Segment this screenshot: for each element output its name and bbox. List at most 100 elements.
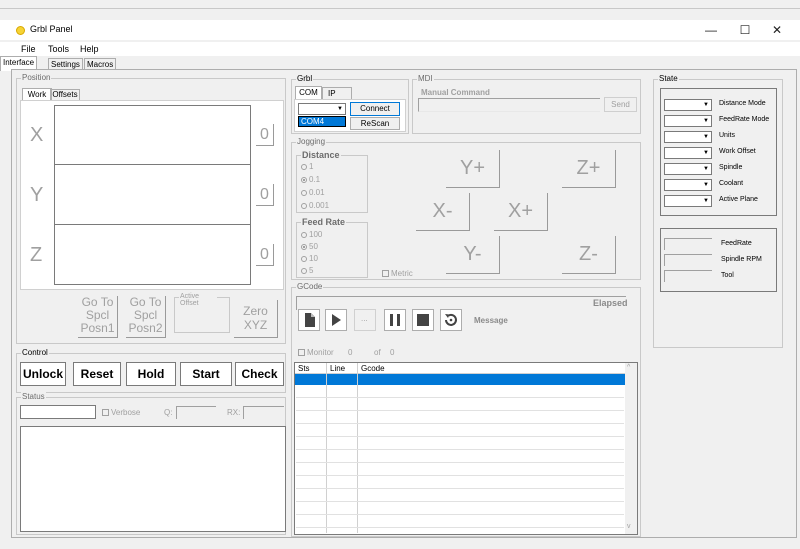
radio-circle-icon xyxy=(301,203,307,209)
goto-spcl-posn1-button[interactable]: Go To Spcl Posn1 xyxy=(78,296,118,338)
col-gcode: Gcode xyxy=(361,364,385,373)
col-divider xyxy=(326,363,327,533)
spindle-rpm-readout xyxy=(664,254,712,266)
distance-radio-0-1[interactable]: 0.1 xyxy=(301,175,320,184)
active-plane-combo[interactable]: ▼ xyxy=(664,195,712,207)
metric-checkbox[interactable]: Metric xyxy=(382,269,413,278)
zero-xyz-button[interactable]: Zero XYZ xyxy=(234,300,278,338)
chevron-down-icon[interactable]: ▼ xyxy=(701,132,711,142)
verbose-checkbox[interactable]: Verbose xyxy=(102,408,140,417)
radio-circle-icon xyxy=(301,244,307,250)
grbl-label: Grbl xyxy=(296,74,314,83)
zero-x-button[interactable]: 0 xyxy=(256,124,274,146)
rx-field xyxy=(243,406,284,419)
distance-radio-1[interactable]: 1 xyxy=(301,162,313,171)
chevron-down-icon[interactable]: ▼ xyxy=(701,196,711,206)
feed-radio-5-label: 5 xyxy=(309,266,314,275)
radio-circle-icon xyxy=(301,256,307,262)
table-row xyxy=(296,527,624,528)
close-button[interactable]: ✕ xyxy=(762,22,792,38)
y-readout xyxy=(54,164,251,225)
start-button[interactable]: Start xyxy=(180,362,232,386)
jog-x-plus-button[interactable]: X+ xyxy=(494,193,548,231)
tab-ip[interactable]: IP xyxy=(322,87,352,99)
coolant-combo[interactable]: ▼ xyxy=(664,179,712,191)
zero-y-button[interactable]: 0 xyxy=(256,184,274,206)
hold-button[interactable]: Hold xyxy=(126,362,176,386)
control-label: Control xyxy=(21,348,49,357)
jog-z-minus-button[interactable]: Z- xyxy=(562,236,616,274)
chevron-down-icon[interactable]: v xyxy=(627,523,631,530)
goto-spcl-posn2-button[interactable]: Go To Spcl Posn2 xyxy=(126,296,166,338)
play-button[interactable] xyxy=(325,309,347,331)
monitor-checkbox[interactable]: Monitor xyxy=(298,348,334,357)
feed-radio-100[interactable]: 100 xyxy=(301,230,322,239)
mdi-label: MDI xyxy=(417,74,434,83)
gcode-table-header: Sts Line Gcode xyxy=(295,363,625,374)
jog-y-minus-button[interactable]: Y- xyxy=(446,236,500,274)
tab-com[interactable]: COM xyxy=(295,86,322,99)
connect-button[interactable]: Connect xyxy=(350,102,400,116)
com-port-option[interactable]: COM4 xyxy=(298,116,346,127)
jog-z-plus-button[interactable]: Z+ xyxy=(562,150,616,188)
distance-radio-0-001[interactable]: 0.001 xyxy=(301,201,329,210)
menu-tools[interactable]: Tools xyxy=(48,44,69,54)
x-readout xyxy=(54,105,251,165)
gcode-selected-row[interactable] xyxy=(295,374,625,385)
metric-check-box[interactable] xyxy=(382,270,389,277)
chevron-up-icon[interactable]: ^ xyxy=(627,364,630,371)
com-port-combo[interactable]: ▼ xyxy=(298,103,346,115)
maximize-button[interactable]: ☐ xyxy=(730,22,760,38)
table-row xyxy=(296,462,624,463)
z-readout xyxy=(54,224,251,285)
radio-circle-icon xyxy=(301,164,307,170)
units-label: Units xyxy=(719,132,735,139)
monitor-check-box[interactable] xyxy=(298,349,305,356)
feedrate-mode-combo[interactable]: ▼ xyxy=(664,115,712,127)
chevron-down-icon[interactable]: ▼ xyxy=(335,104,345,114)
chevron-down-icon[interactable]: ▼ xyxy=(701,116,711,126)
gcode-file-path[interactable] xyxy=(296,296,626,310)
feed-radio-50[interactable]: 50 xyxy=(301,242,318,251)
verbose-check-box[interactable] xyxy=(102,409,109,416)
chevron-down-icon[interactable]: ▼ xyxy=(701,100,711,110)
distance-radio-0-01[interactable]: 0.01 xyxy=(301,188,325,197)
unlock-button[interactable]: Unlock xyxy=(20,362,66,386)
menu-help[interactable]: Help xyxy=(80,44,99,54)
jog-y-plus-button[interactable]: Y+ xyxy=(446,150,500,188)
axis-z-label: Z xyxy=(30,244,43,266)
tab-offsets[interactable]: Offsets xyxy=(50,89,80,100)
manual-command-input[interactable] xyxy=(418,98,600,112)
feed-radio-100-label: 100 xyxy=(309,230,323,239)
reset-button[interactable]: Reset xyxy=(73,362,121,386)
status-field[interactable] xyxy=(20,405,96,419)
feed-radio-10[interactable]: 10 xyxy=(301,254,318,263)
goto1-line3: Posn1 xyxy=(80,321,115,335)
status-label: Status xyxy=(21,392,46,401)
chevron-down-icon[interactable]: ▼ xyxy=(701,180,711,190)
col-divider xyxy=(357,363,358,533)
minimize-button[interactable]: — xyxy=(696,22,726,38)
distance-radio-0-001-label: 0.001 xyxy=(309,201,330,210)
step-button[interactable]: ... xyxy=(354,309,376,331)
check-button[interactable]: Check xyxy=(235,362,284,386)
menu-file[interactable]: File xyxy=(21,44,36,54)
distance-mode-combo[interactable]: ▼ xyxy=(664,99,712,111)
chevron-down-icon[interactable]: ▼ xyxy=(701,148,711,158)
tab-work[interactable]: Work xyxy=(22,88,52,100)
chevron-down-icon[interactable]: ▼ xyxy=(701,164,711,174)
work-offset-combo[interactable]: ▼ xyxy=(664,147,712,159)
jog-x-minus-button[interactable]: X- xyxy=(416,193,470,231)
reload-button[interactable] xyxy=(440,309,462,331)
status-log[interactable] xyxy=(20,426,286,532)
open-file-button[interactable] xyxy=(298,309,320,331)
send-button[interactable]: Send xyxy=(604,97,637,112)
zero-z-button[interactable]: 0 xyxy=(256,244,274,266)
units-combo[interactable]: ▼ xyxy=(664,131,712,143)
stop-button[interactable] xyxy=(412,309,434,331)
spindle-combo[interactable]: ▼ xyxy=(664,163,712,175)
feed-radio-5[interactable]: 5 xyxy=(301,266,313,275)
rescan-button[interactable]: ReScan xyxy=(350,117,400,130)
pause-button[interactable] xyxy=(384,309,406,331)
gcode-scrollbar[interactable]: ^ v xyxy=(625,363,637,534)
